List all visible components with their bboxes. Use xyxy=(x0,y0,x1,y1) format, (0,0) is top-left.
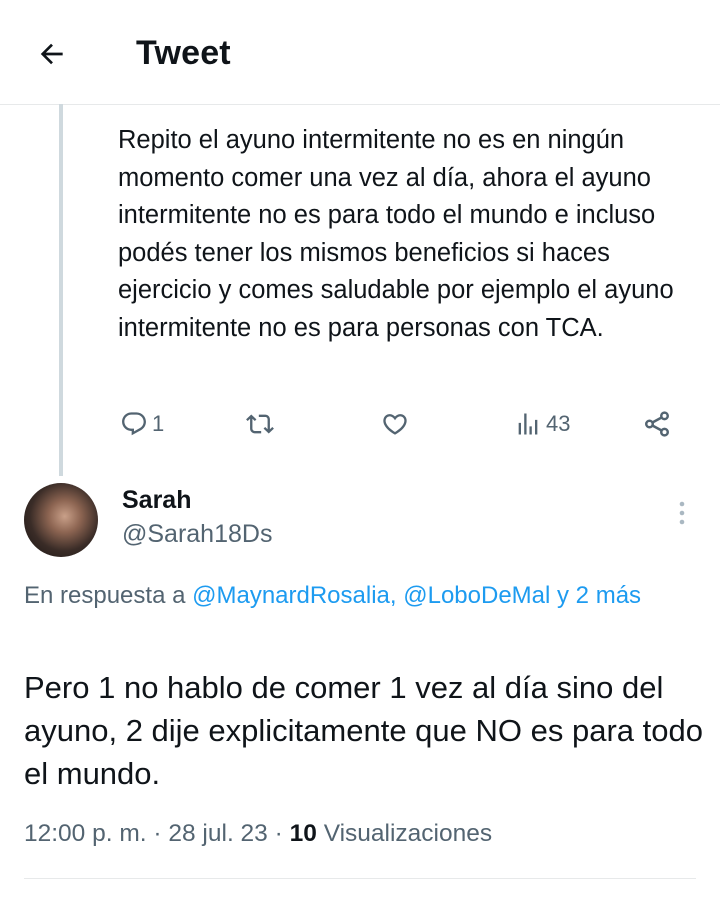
avatar[interactable] xyxy=(24,483,98,557)
author-handle[interactable]: @Sarah18Ds xyxy=(122,520,272,549)
views-button[interactable]: 43 xyxy=(514,404,570,444)
tweet-text: Pero 1 no hablo de comer 1 vez al día si… xyxy=(24,670,703,791)
views-count: 43 xyxy=(546,411,571,436)
mention-separator: , xyxy=(389,582,404,609)
views-icon xyxy=(518,413,538,435)
parent-tweet-text: Repito el ayuno intermitente no es en ni… xyxy=(118,126,674,342)
more-mentions-link[interactable]: y 2 más xyxy=(550,582,641,609)
meta-dot: · xyxy=(274,820,283,847)
views-label: Visualizaciones xyxy=(323,820,493,847)
reply-icon xyxy=(122,412,146,436)
tweet-time[interactable]: 12:00 p. m. xyxy=(24,820,147,847)
page-title: Tweet xyxy=(136,34,231,72)
reply-prefix: En respuesta a xyxy=(24,582,193,609)
top-bar: Tweet xyxy=(0,0,720,105)
like-button[interactable] xyxy=(381,404,409,444)
author-name[interactable]: Sarah xyxy=(122,486,191,515)
thread-connector xyxy=(59,104,63,476)
divider xyxy=(24,878,696,879)
meta-dot: · xyxy=(153,820,162,847)
mention-link[interactable]: @MaynardRosalia xyxy=(192,582,390,609)
back-button[interactable] xyxy=(34,36,70,72)
reply-count: 1 xyxy=(152,411,165,436)
retweet-icon xyxy=(246,414,274,434)
retweet-button[interactable] xyxy=(246,404,274,444)
heart-icon xyxy=(383,414,407,435)
reply-context: En respuesta a @MaynardRosalia, @LoboDeM… xyxy=(24,577,694,614)
more-options-button[interactable] xyxy=(668,497,696,529)
mention-link[interactable]: @LoboDeMal xyxy=(403,582,550,609)
tweet-date[interactable]: 28 jul. 23 xyxy=(168,820,267,847)
views-total: 10 xyxy=(289,820,317,847)
parent-tweet-actions: 1 43 xyxy=(118,404,698,444)
share-button[interactable] xyxy=(642,404,672,444)
more-vertical-icon xyxy=(679,501,685,525)
tweet-meta: 12:00 p. m. · 28 jul. 23 · 10 Visualizac… xyxy=(24,820,492,848)
arrow-left-icon xyxy=(40,43,63,65)
reply-button[interactable]: 1 xyxy=(120,404,164,444)
share-icon xyxy=(645,411,669,437)
